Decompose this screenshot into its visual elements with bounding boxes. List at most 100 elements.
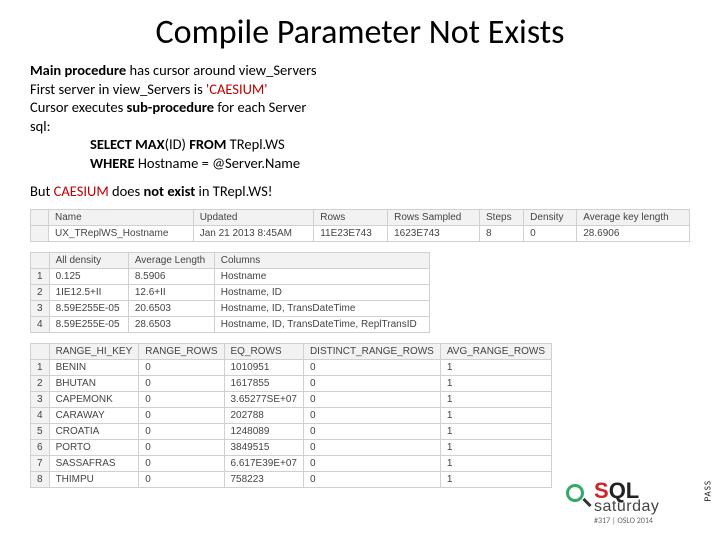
sql-saturday-logo: PASS SQL saturday #317 | OSLO 2014 [572,476,702,530]
cell: 0.125 [49,268,128,284]
cell: 1 [440,407,551,423]
cell: CROATIA [49,423,139,439]
col-avg-key-len: Average key length [577,209,690,225]
cell: 5 [31,423,50,439]
col-avg-len: Average Length [128,252,214,268]
line-4: sql: [30,117,690,136]
line-2: First server in view_Servers is 'CAESIUM… [30,80,690,99]
cell [31,225,49,241]
cell: 1 [440,439,551,455]
cell: 1 [31,268,50,284]
cell: 0 [139,471,224,487]
cell: 1623E743 [388,225,480,241]
cell: 0 [303,391,440,407]
txt: does [109,182,144,200]
cell: 28.6906 [577,225,690,241]
txt: CAESIUM [54,182,109,200]
line-5: SELECT MAX(ID) FROM TRepl.WS [30,135,690,154]
logo-saturday: saturday [594,498,659,516]
col-density: Density [524,209,577,225]
cell: 6 [31,439,50,455]
table-row: 8THIMPU075822301 [31,471,552,487]
table-row: 4CARAWAY020278801 [31,407,552,423]
cell: 0 [524,225,577,241]
cell: Hostname, ID, TransDateTime [214,300,429,316]
cell: 1 [440,471,551,487]
cell: 4 [31,316,50,332]
logo-sub: #317 | OSLO 2014 [594,516,653,526]
slide-title: Compile Parameter Not Exists [30,12,690,53]
txt: 'CAESIUM' [206,80,267,98]
stats-header-table: Name Updated Rows Rows Sampled Steps Den… [30,209,690,242]
cell: 0 [139,391,224,407]
handle-icon [582,498,591,507]
cell: 2 [31,375,50,391]
cell: 0 [139,359,224,375]
cell: THIMPU [49,471,139,487]
txt: sub-procedure [127,98,215,116]
col-distinct-range-rows: DISTINCT_RANGE_ROWS [303,343,440,359]
cell: 0 [303,359,440,375]
cell: 1IE12.5+II [49,284,128,300]
cell: 0 [303,407,440,423]
txt: Hostname = @Server.Name [138,154,300,172]
cell: 12.6+II [128,284,214,300]
col-name: Name [49,209,194,225]
cell: CAPEMONK [49,391,139,407]
slide-body: Main procedure has cursor around view_Se… [30,61,690,201]
cell: Hostname, ID [214,284,429,300]
cell: PORTO [49,439,139,455]
cell: 28.6503 [128,316,214,332]
txt: But [30,182,54,200]
cell: 8.59E255E-05 [49,300,128,316]
cell: BHUTAN [49,375,139,391]
txt: First server in view_Servers is [30,80,206,98]
cell: 8.59E255E-05 [49,316,128,332]
cell: 0 [303,471,440,487]
txt: SELECT MAX [90,135,165,153]
cell: 0 [303,439,440,455]
cell: 20.6503 [128,300,214,316]
table-row: 6PORTO0384951501 [31,439,552,455]
cell: 1 [31,359,50,375]
cell: 0 [139,455,224,471]
cell: 1248089 [224,423,303,439]
txt: not exist [143,182,195,200]
cell: 0 [303,423,440,439]
table-row: 7SASSAFRAS06.617E39E+0701 [31,455,552,471]
txt: (ID) [165,135,190,153]
col-updated: Updated [193,209,314,225]
txt: for each Server [214,98,306,116]
cell: 1 [440,359,551,375]
table-row: 38.59E255E-0520.6503Hostname, ID, TransD… [31,300,430,316]
cell: 0 [303,455,440,471]
cell: 3849515 [224,439,303,455]
line-1: Main procedure has cursor around view_Se… [30,61,690,80]
col-rows: Rows [314,209,388,225]
col-avg-range-rows: AVG_RANGE_ROWS [440,343,551,359]
cell: 3 [31,391,50,407]
table-row: 10.1258.5906Hostname [31,268,430,284]
cell: CARAWAY [49,407,139,423]
table-row: 2BHUTAN0161785501 [31,375,552,391]
table-row: 5CROATIA0124808901 [31,423,552,439]
table-header-row: Name Updated Rows Rows Sampled Steps Den… [31,209,690,225]
magnifier-icon [566,484,592,510]
cell: 6.617E39E+07 [224,455,303,471]
txt: Cursor executes [30,98,127,116]
txt: Main procedure [30,61,126,79]
cell: 1 [440,423,551,439]
line-3: Cursor executes sub-procedure for each S… [30,98,690,117]
spacer [30,172,690,182]
cell: 4 [31,407,50,423]
col-blank [31,209,49,225]
col-eq-rows: EQ_ROWS [224,343,303,359]
cell: 758223 [224,471,303,487]
cell: Hostname [214,268,429,284]
cell: UX_TReplWS_Hostname [49,225,194,241]
txt: FROM [189,135,229,153]
tables-region: Name Updated Rows Rows Sampled Steps Den… [30,209,690,488]
cell: 3.65277SE+07 [224,391,303,407]
table-row: 48.59E255E-0528.6503Hostname, ID, TransD… [31,316,430,332]
table-header-row: RANGE_HI_KEY RANGE_ROWS EQ_ROWS DISTINCT… [31,343,552,359]
